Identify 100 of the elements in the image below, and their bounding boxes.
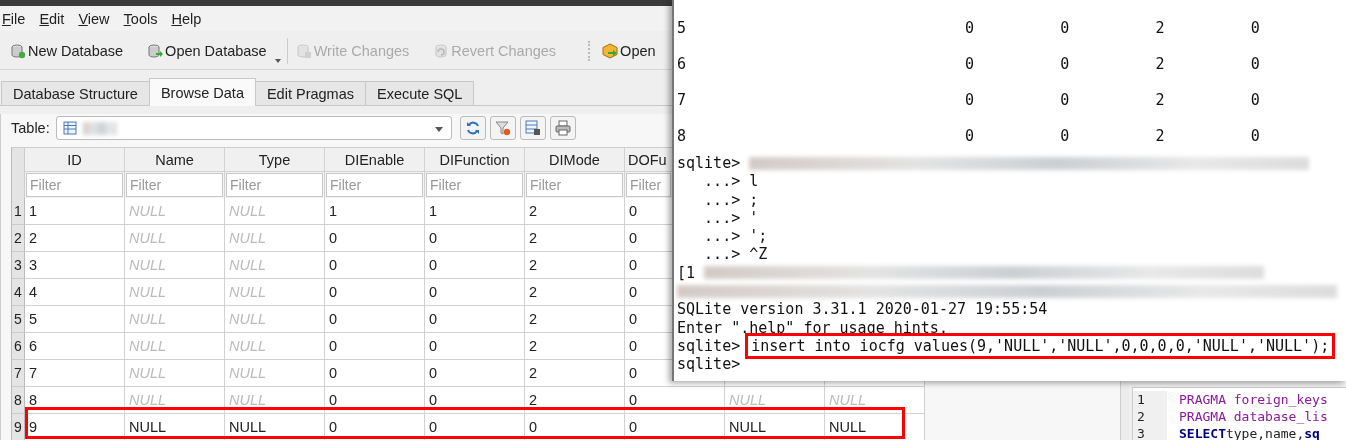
filter-field[interactable]: Filter <box>126 173 223 197</box>
output-value: 2 <box>1155 19 1166 37</box>
table-cell: 0 <box>425 414 525 440</box>
table-cell: NULL <box>125 252 225 279</box>
menu-item[interactable]: Edit <box>39 10 65 27</box>
clear-filter-button[interactable] <box>489 116 516 140</box>
refresh-button[interactable] <box>459 116 486 140</box>
row-number[interactable]: 6 <box>12 333 25 360</box>
column-header[interactable]: DIEnable <box>325 148 425 172</box>
toolbar-button[interactable]: Open <box>598 37 660 65</box>
print-button[interactable] <box>549 116 576 140</box>
save-table-button[interactable] <box>519 116 546 140</box>
table-cell: 2 <box>525 225 625 252</box>
table-cell: NULL <box>125 414 225 440</box>
output-value: 0 <box>1250 19 1261 37</box>
row-number[interactable]: 4 <box>12 279 25 306</box>
output-value: 0 <box>1250 127 1261 145</box>
table-cell: 2 <box>525 279 625 306</box>
table-cell: 0 <box>425 360 525 387</box>
table-cell: NULL <box>725 387 825 414</box>
code-line: PRAGMA database_lis <box>1178 409 1328 424</box>
row-number[interactable]: 2 <box>12 225 25 252</box>
table-cell: 2 <box>525 306 625 333</box>
code-line: PRAGMA foreign_keys <box>1178 392 1328 407</box>
table-cell: NULL <box>825 414 925 440</box>
column-header[interactable]: DIFunction <box>425 148 525 172</box>
table-cell: NULL <box>225 225 325 252</box>
table-cell: 2 <box>25 225 125 252</box>
table-cell: 5 <box>25 306 125 333</box>
row-number[interactable]: 1 <box>12 198 25 225</box>
tab[interactable]: Edit Pragmas <box>254 81 366 105</box>
table-cell: 8 <box>25 387 125 414</box>
output-value: 0 <box>1250 55 1261 73</box>
filter-field[interactable]: Filter <box>426 173 523 197</box>
output-value: 8 <box>677 127 688 145</box>
menu-item[interactable]: Tools <box>123 10 158 27</box>
table-cell: NULL <box>225 414 325 440</box>
menu-item[interactable]: Help <box>171 10 202 27</box>
table-cell: 0 <box>325 360 425 387</box>
row-number[interactable]: 7 <box>12 360 25 387</box>
table-cell: 0 <box>425 333 525 360</box>
table-label: Table: <box>11 120 50 136</box>
table-cell: 0 <box>325 252 425 279</box>
filter-field[interactable]: Filter <box>526 173 623 197</box>
table-cell: 0 <box>325 333 425 360</box>
table-cell: 1 <box>325 198 425 225</box>
database-icon <box>147 43 164 59</box>
row-number[interactable]: 8 <box>12 387 25 414</box>
command-text: '; <box>749 227 768 246</box>
database-icon <box>10 43 26 59</box>
table-cell: 9 <box>25 414 125 440</box>
table-cell: NULL <box>125 198 225 225</box>
output-value: 0 <box>965 91 976 109</box>
table-cell: 0 <box>425 252 525 279</box>
table-cell: 0 <box>525 414 625 440</box>
tab[interactable]: Database Structure <box>1 81 150 105</box>
row-number[interactable]: 5 <box>12 306 25 333</box>
undo-icon <box>433 43 450 59</box>
table-cell: NULL <box>225 387 325 414</box>
filter-field[interactable]: Filter <box>26 173 123 197</box>
table-cell: NULL <box>225 279 325 306</box>
output-value: 2 <box>1155 91 1166 109</box>
table-dropdown[interactable] <box>55 116 452 140</box>
filter-field[interactable]: Filter <box>626 173 671 197</box>
filter-field[interactable]: Filter <box>226 173 323 197</box>
caret-icon[interactable] <box>274 59 281 63</box>
toolbar-button[interactable]: Open Database <box>143 37 271 65</box>
command-text: l <box>749 172 759 191</box>
column-header[interactable]: DIMode <box>525 148 625 172</box>
output-value: 6 <box>677 55 688 73</box>
row-number[interactable]: 3 <box>12 252 25 279</box>
toolbar-button[interactable]: New Database <box>6 37 128 65</box>
table-cell: NULL <box>125 225 225 252</box>
column-header[interactable]: Type <box>225 148 325 172</box>
output-value: 0 <box>1060 91 1071 109</box>
line-number: 3 <box>1133 425 1167 440</box>
refresh-icon <box>464 120 481 136</box>
table-cell: NULL <box>125 387 225 414</box>
table-cell: 3 <box>25 252 125 279</box>
tab[interactable]: Browse Data <box>148 78 256 106</box>
output-value: 2 <box>1155 127 1166 145</box>
output-value: 7 <box>677 91 688 109</box>
table-cell: 0 <box>625 414 725 440</box>
column-header[interactable]: DOFu <box>625 148 671 172</box>
command-text: ; <box>749 190 759 209</box>
filter-field[interactable]: Filter <box>326 173 423 197</box>
table-cell: 0 <box>325 387 425 414</box>
menu-item[interactable]: View <box>78 10 110 27</box>
tab[interactable]: Execute SQL <box>365 81 475 105</box>
output-value: 0 <box>965 19 976 37</box>
row-number[interactable]: 9 <box>12 414 25 440</box>
column-header[interactable]: Name <box>125 148 225 172</box>
table-icon <box>62 121 77 135</box>
table-cell: 0 <box>325 225 425 252</box>
column-header[interactable]: ID <box>25 148 125 172</box>
table-cell: 2 <box>525 387 625 414</box>
blurred-text <box>82 121 117 135</box>
table-cell: 7 <box>25 360 125 387</box>
table-cell: 0 <box>425 306 525 333</box>
menu-item[interactable]: File <box>2 10 26 27</box>
